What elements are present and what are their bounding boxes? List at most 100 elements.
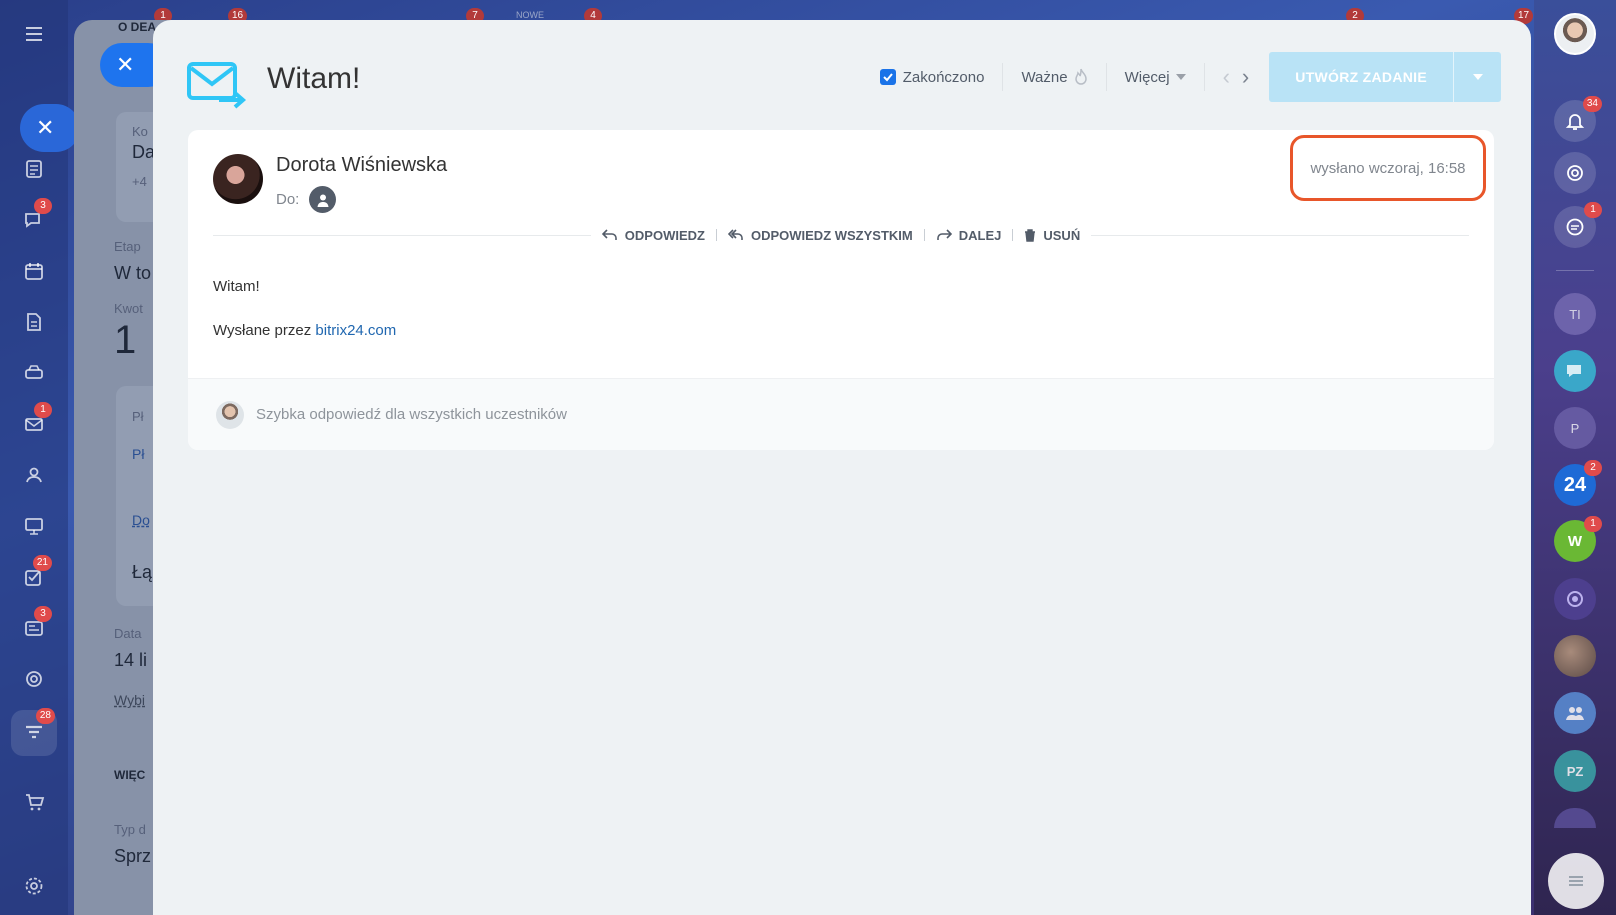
- chat-ti[interactable]: TI: [1554, 293, 1596, 335]
- bell-icon: [1565, 114, 1585, 130]
- delete-button[interactable]: USUŃ: [1013, 228, 1091, 243]
- checkbox-checked-icon[interactable]: [879, 69, 896, 85]
- chat-channel[interactable]: [1554, 578, 1596, 620]
- delete-label: USUŃ: [1043, 227, 1081, 243]
- reply-all-button[interactable]: ODPOWIEDZ WSZYSTKIM: [717, 228, 924, 243]
- forward-icon: [936, 229, 952, 240]
- close-icon: ✕: [116, 52, 135, 77]
- chat-general[interactable]: [1554, 350, 1596, 392]
- divider-line: [213, 234, 591, 236]
- hamburger-icon: [26, 27, 42, 41]
- chat-bitrix24[interactable]: 24 2: [1554, 460, 1602, 506]
- gear-icon: [25, 877, 43, 895]
- notifications-button[interactable]: 34: [1554, 96, 1602, 142]
- user-avatar[interactable]: [1554, 13, 1596, 55]
- docs-icon[interactable]: [14, 302, 54, 342]
- chat-pz[interactable]: PZ: [1554, 750, 1596, 792]
- messenger-menu-button[interactable]: [1548, 853, 1604, 909]
- chevron-down-icon: [1472, 74, 1483, 80]
- chevron-down-icon: [1175, 74, 1186, 80]
- goals-icon[interactable]: [14, 659, 54, 699]
- bitrix24-badge: 2: [1584, 460, 1602, 476]
- email-body-signature: Wysłane przez bitrix24.com: [213, 322, 396, 339]
- bitrix24-link[interactable]: bitrix24.com: [315, 322, 396, 339]
- messages-button[interactable]: 1: [1554, 202, 1602, 248]
- chat-icon[interactable]: 3: [14, 198, 54, 240]
- contacts-icon[interactable]: [14, 455, 54, 495]
- menu-icon[interactable]: [14, 14, 54, 54]
- drive-icon[interactable]: [14, 353, 54, 393]
- more-dropdown[interactable]: Więcej: [1107, 62, 1204, 92]
- right-messenger-bar: 34 1 TI P 24 2 W 1 PZ: [1534, 0, 1616, 915]
- deal-type-label: Typ d: [114, 822, 146, 837]
- deal-choose-link[interactable]: Wybi: [114, 692, 145, 708]
- create-task-dropdown[interactable]: [1453, 52, 1501, 102]
- deal-amount-label: Kwot: [114, 301, 143, 316]
- settings-icon[interactable]: [14, 866, 54, 906]
- recipient-row: Do:: [276, 186, 337, 213]
- reply-all-icon: [727, 229, 743, 240]
- important-label: Ważne: [1021, 68, 1068, 86]
- chat-p[interactable]: P: [1554, 407, 1596, 449]
- sender-avatar[interactable]: [213, 154, 263, 204]
- quick-reply-placeholder: Szybka odpowiedź dla wszystkich uczestni…: [256, 406, 567, 423]
- mail-icon[interactable]: 1: [14, 402, 54, 444]
- divider-line: [1091, 234, 1470, 236]
- sites-icon[interactable]: [14, 506, 54, 546]
- shop-icon[interactable]: [14, 782, 54, 822]
- chat-w[interactable]: W 1: [1554, 516, 1602, 562]
- deal-date-label: Data: [114, 626, 142, 641]
- new-label: NOWE: [516, 10, 544, 20]
- deal-amount-value: 1: [114, 318, 137, 362]
- sent-via-text: Wysłane przez: [213, 322, 312, 339]
- group-icon: [1566, 707, 1584, 720]
- notifications-badge: 34: [1582, 96, 1602, 112]
- email-card: Dorota Wiśniewska Do: wysłano wczoraj, 1…: [188, 130, 1494, 450]
- document-icon: [26, 160, 42, 178]
- deal-payment-link[interactable]: Pł: [132, 446, 144, 462]
- chat-initials: W: [1567, 532, 1583, 550]
- close-deal-slider-button[interactable]: ✕: [20, 104, 80, 152]
- quick-reply-field[interactable]: Szybka odpowiedź dla wszystkich uczestni…: [188, 378, 1494, 450]
- deal-field-value: Da: [132, 142, 156, 162]
- crm-badge: 28: [35, 708, 55, 724]
- deal-more-header: WIĘC: [114, 768, 146, 782]
- forward-button[interactable]: DALEJ: [925, 228, 1013, 243]
- sender-name[interactable]: Dorota Wiśniewska: [276, 154, 447, 177]
- deal-do-link[interactable]: Do: [132, 512, 150, 528]
- copilot-button[interactable]: [1554, 152, 1596, 194]
- deal-payment-label: Pł: [132, 409, 144, 424]
- deal-phone: +4: [132, 174, 147, 189]
- target-icon: [26, 671, 42, 687]
- deal-type-value: Sprz: [114, 846, 152, 866]
- trash-icon: [1025, 228, 1036, 242]
- recipient-avatar[interactable]: [309, 186, 337, 213]
- chat-badge: 3: [34, 198, 52, 214]
- prev-arrow-icon[interactable]: ‹: [1217, 64, 1236, 90]
- news-icon[interactable]: 3: [14, 606, 54, 648]
- crm-icon[interactable]: 28: [11, 708, 57, 756]
- channel-icon: [1567, 591, 1583, 607]
- done-checkbox[interactable]: Zakończono: [862, 62, 1003, 92]
- hard-drive-icon: [25, 365, 43, 379]
- chat-group[interactable]: [1554, 692, 1596, 734]
- tasks-icon[interactable]: 21: [14, 555, 54, 597]
- create-task-label: UTWÓRZ ZADANIE: [1295, 69, 1427, 85]
- chat-photo-avatar[interactable]: [1554, 635, 1596, 677]
- calendar-icon[interactable]: [14, 251, 54, 291]
- mail-badge: 1: [34, 402, 52, 418]
- create-task-button[interactable]: UTWÓRZ ZADANIE: [1269, 52, 1501, 102]
- chat-partial[interactable]: [1554, 808, 1596, 828]
- chat-initials: PZ: [1566, 763, 1584, 779]
- reply-button[interactable]: ODPOWIEDZ: [591, 228, 716, 243]
- list-icon: [1569, 876, 1583, 886]
- message-sync-icon: [1566, 218, 1584, 236]
- next-arrow-icon[interactable]: ›: [1236, 64, 1255, 90]
- important-toggle[interactable]: Ważne: [1003, 62, 1105, 92]
- file-icon: [27, 313, 41, 331]
- presentation-icon: [25, 518, 43, 535]
- right-bar-divider: [1556, 270, 1594, 271]
- feed-icon[interactable]: [14, 149, 54, 189]
- email-title: Witam!: [267, 62, 361, 95]
- deal-header: O DEA: [118, 20, 157, 34]
